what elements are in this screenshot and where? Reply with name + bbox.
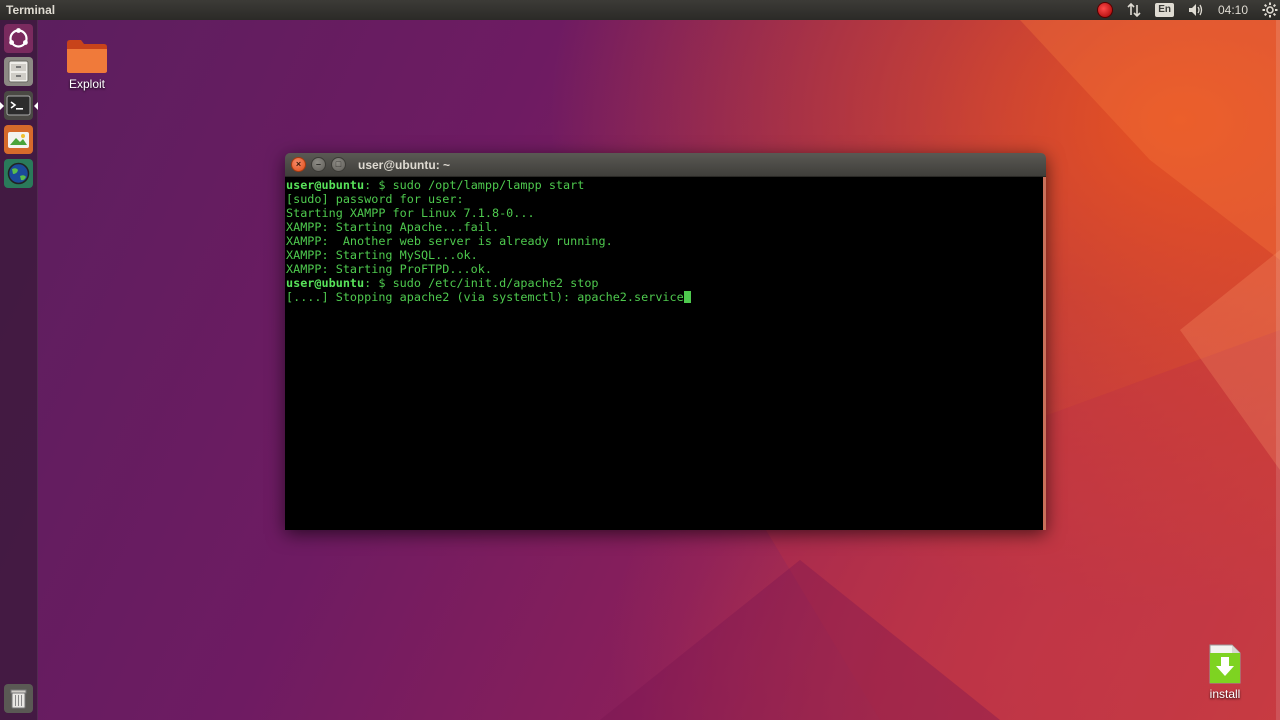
record-indicator[interactable] xyxy=(1090,0,1120,20)
minimize-icon: – xyxy=(315,159,321,169)
folder-icon xyxy=(67,40,107,73)
launcher-files[interactable] xyxy=(4,57,33,86)
network-indicator[interactable] xyxy=(1120,0,1148,20)
prompt-path: : $ xyxy=(364,276,393,290)
output-text: XAMPP: Another web server is already run… xyxy=(286,234,613,248)
command-text: sudo /etc/init.d/apache2 stop xyxy=(392,276,599,290)
text-cursor xyxy=(683,291,691,303)
prompt-user: user@ubuntu xyxy=(286,178,365,192)
desktop-icon-exploit[interactable]: Exploit xyxy=(60,37,114,91)
output-text: [sudo] password for user: xyxy=(286,192,464,206)
keyboard-language-indicator[interactable]: En xyxy=(1148,0,1181,20)
ubuntu-logo-icon xyxy=(9,28,28,48)
command-text: sudo /opt/lampp/lampp start xyxy=(392,178,585,192)
launcher-terminal[interactable] xyxy=(4,91,33,120)
window-close-button[interactable]: × xyxy=(291,157,306,172)
terminal-output-line: XAMPP: Starting ProFTPD...ok. xyxy=(286,262,1042,276)
terminal-output-line: [sudo] password for user: xyxy=(286,192,1042,206)
terminal-output-line: Starting XAMPP for Linux 7.1.8-0... xyxy=(286,206,1042,220)
terminal-output-line: XAMPP: Another web server is already run… xyxy=(286,234,1042,248)
volume-icon xyxy=(1188,4,1203,16)
network-arrows-icon xyxy=(1127,3,1141,17)
terminal-prompt-line: user@ubuntu: $ sudo /etc/init.d/apache2 … xyxy=(286,276,1042,290)
output-text: XAMPP: Starting MySQL...ok. xyxy=(286,248,478,262)
volume-indicator[interactable] xyxy=(1181,0,1211,20)
terminal-output-line: [....] Stopping apache2 (via systemctl):… xyxy=(286,290,1042,304)
window-minimize-button[interactable]: – xyxy=(311,157,326,172)
close-icon: × xyxy=(295,159,302,169)
terminal-output-line: XAMPP: Starting MySQL...ok. xyxy=(286,248,1042,262)
trash-icon xyxy=(10,689,27,709)
terminal-icon xyxy=(6,95,31,116)
download-file-icon xyxy=(1209,644,1241,684)
photo-viewer-icon xyxy=(8,132,29,148)
output-text: [....] Stopping apache2 (via systemctl):… xyxy=(286,290,684,304)
record-indicator-icon xyxy=(1097,2,1114,18)
globe-icon xyxy=(7,162,30,185)
window-maximize-button[interactable]: □ xyxy=(331,157,346,172)
output-text: XAMPP: Starting ProFTPD...ok. xyxy=(286,262,492,276)
active-window-arrow xyxy=(34,102,38,110)
keyboard-language-icon: En xyxy=(1155,3,1174,17)
prompt-user: user@ubuntu xyxy=(286,276,365,290)
top-panel: Terminal En 04:10 xyxy=(0,0,1280,20)
terminal-window[interactable]: × – □ user@ubuntu: ~ user@ubuntu: $ sudo… xyxy=(285,153,1046,530)
launcher-trash[interactable] xyxy=(4,684,33,713)
indicator-area: En 04:10 xyxy=(1090,0,1280,20)
launcher xyxy=(0,20,38,720)
output-text: Starting XAMPP for Linux 7.1.8-0... xyxy=(286,206,535,220)
desktop-icon-install[interactable]: install xyxy=(1197,643,1253,701)
right-edge-strip xyxy=(1276,20,1280,720)
prompt-path: : $ xyxy=(364,178,393,192)
terminal-output-line: XAMPP: Starting Apache...fail. xyxy=(286,220,1042,234)
launcher-dash-home[interactable] xyxy=(4,24,33,53)
session-menu[interactable] xyxy=(1255,0,1280,20)
window-title-bar[interactable]: × – □ user@ubuntu: ~ xyxy=(285,153,1046,177)
gear-icon xyxy=(1262,2,1278,18)
active-app-title: Terminal xyxy=(6,3,56,17)
launcher-image-viewer[interactable] xyxy=(4,125,33,154)
desktop-icon-label: Exploit xyxy=(68,77,106,91)
file-cabinet-icon xyxy=(8,60,29,83)
output-text: XAMPP: Starting Apache...fail. xyxy=(286,220,500,234)
terminal-prompt-line: user@ubuntu: $ sudo /opt/lampp/lampp sta… xyxy=(286,178,1042,192)
clock[interactable]: 04:10 xyxy=(1211,0,1255,20)
launcher-browser[interactable] xyxy=(4,159,33,188)
desktop-icon-label: install xyxy=(1209,687,1241,701)
terminal-output[interactable]: user@ubuntu: $ sudo /opt/lampp/lampp sta… xyxy=(285,177,1046,530)
maximize-icon: □ xyxy=(335,159,342,169)
window-title: user@ubuntu: ~ xyxy=(358,157,451,172)
